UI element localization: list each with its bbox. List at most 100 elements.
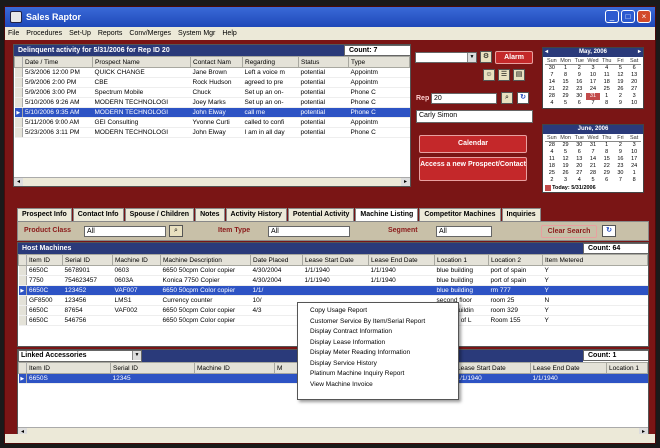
- calendar-day[interactable]: 1: [600, 142, 614, 149]
- maximize-button[interactable]: □: [621, 10, 635, 23]
- calendar-day[interactable]: 12: [559, 156, 573, 163]
- calendar-day[interactable]: 26: [559, 170, 573, 177]
- context-menu-item[interactable]: Customer Service By Item/Serial Report: [298, 317, 458, 328]
- linked-accessories-select[interactable]: Linked Accessories ▼: [18, 350, 142, 362]
- alarm-button[interactable]: Alarm: [495, 51, 533, 64]
- calendar-day[interactable]: 4: [572, 177, 586, 184]
- calendar-day[interactable]: 29: [559, 142, 573, 149]
- calendar-day[interactable]: 3: [627, 93, 641, 100]
- tab-spouse-children[interactable]: Spouse / Children: [124, 208, 195, 221]
- menu-system-mgr[interactable]: System Mgr: [178, 30, 215, 37]
- calendar-day[interactable]: 2: [614, 93, 628, 100]
- col-location-1[interactable]: Location 1: [434, 254, 489, 266]
- calendar-day[interactable]: 2: [545, 177, 559, 184]
- scroll-right-icon[interactable]: ▸: [401, 178, 410, 186]
- row-selector[interactable]: [14, 117, 23, 128]
- calendar-day[interactable]: 29: [559, 93, 573, 100]
- calendar-day[interactable]: 31: [586, 142, 600, 149]
- chevron-down-icon[interactable]: ▼: [132, 351, 141, 360]
- calendar-day[interactable]: 12: [614, 72, 628, 79]
- calendar-day[interactable]: 23: [614, 163, 628, 170]
- calendar-may[interactable]: ◂ May, 2006 ▸ Sun Mon Tue Wed Thu Fri Sat 30 1 2 3…: [542, 47, 644, 109]
- table-row[interactable]: 5/23/2006 3:11 PM MODERN TECHNOLOGI John E…: [14, 127, 410, 138]
- calendar-may-grid[interactable]: Sun Mon Tue Wed Thu Fri Sat 30 1 2 3 4 5 6 7 8 9 10 11 12 13…: [543, 57, 643, 108]
- col-item-id[interactable]: Item ID: [26, 254, 63, 266]
- menu-file[interactable]: File: [8, 30, 19, 37]
- calendar-day[interactable]: 7: [586, 100, 600, 107]
- calendar-day[interactable]: 3: [559, 177, 573, 184]
- table-row[interactable]: 5/10/2006 9:26 AM MODERN TECHNOLOGI Joey M…: [14, 97, 410, 108]
- minimize-button[interactable]: _: [605, 10, 619, 23]
- menu-reports[interactable]: Reports: [98, 30, 123, 37]
- calendar-day[interactable]: 19: [614, 79, 628, 86]
- calendar-day[interactable]: 11: [545, 156, 559, 163]
- clear-search-button[interactable]: Clear Search: [541, 225, 597, 238]
- calendar-day[interactable]: 30: [614, 170, 628, 177]
- calendar-button[interactable]: Calendar: [419, 135, 527, 153]
- calendar-day[interactable]: 22: [559, 86, 573, 93]
- calendar-day[interactable]: 4: [545, 100, 559, 107]
- rep-lookup-icon[interactable]: ⌕: [501, 92, 513, 104]
- table-row[interactable]: ▶ 6650C 123452 VAF007 6650 50cpm Color copie…: [18, 285, 648, 296]
- calendar-day[interactable]: 15: [559, 79, 573, 86]
- tab-inquiries[interactable]: Inquiries: [501, 208, 541, 221]
- calendar-day[interactable]: 9: [614, 149, 628, 156]
- item-type-select[interactable]: All: [268, 226, 350, 237]
- refresh-icon[interactable]: ↻: [517, 92, 529, 104]
- calendar-day[interactable]: 2: [614, 142, 628, 149]
- col-date-placed[interactable]: Date Placed: [250, 254, 303, 266]
- calendar-day[interactable]: 13: [627, 72, 641, 79]
- calendar-day[interactable]: 6: [600, 177, 614, 184]
- folder-icon[interactable]: ▤: [513, 69, 525, 81]
- calendar-day[interactable]: 28: [545, 142, 559, 149]
- calendar-day[interactable]: 6: [572, 149, 586, 156]
- row-selector[interactable]: [14, 67, 23, 78]
- chevron-down-icon[interactable]: ▼: [467, 53, 476, 62]
- delinquent-hscroll[interactable]: ◂ ▸: [14, 177, 410, 186]
- calendar-day[interactable]: 7: [614, 177, 628, 184]
- calendar-day[interactable]: 19: [559, 163, 573, 170]
- calendar-day[interactable]: 7: [586, 149, 600, 156]
- row-selector[interactable]: [14, 87, 23, 98]
- row-selector[interactable]: ▶: [18, 285, 27, 296]
- calendar-day[interactable]: 6: [627, 65, 641, 72]
- segment-select[interactable]: All: [436, 226, 492, 237]
- calendar-day[interactable]: 8: [627, 177, 641, 184]
- product-class-select[interactable]: All: [84, 226, 166, 237]
- calendar-day[interactable]: 24: [586, 86, 600, 93]
- calendar-day[interactable]: 22: [600, 163, 614, 170]
- calendar-day[interactable]: 3: [627, 142, 641, 149]
- contacts-icon[interactable]: ☰: [498, 69, 510, 81]
- col-linked-machine-id[interactable]: Machine ID: [194, 362, 275, 374]
- context-menu-item[interactable]: Display Lease Information: [298, 338, 458, 349]
- col-linked-lease-start[interactable]: Lease Start Date: [454, 362, 531, 374]
- calendar-day[interactable]: 10: [586, 72, 600, 79]
- calendar-day[interactable]: 8: [600, 100, 614, 107]
- calendar-day[interactable]: 5: [559, 100, 573, 107]
- scroll-left-icon[interactable]: ◂: [14, 178, 23, 186]
- calendar-day[interactable]: 5: [559, 149, 573, 156]
- person-icon[interactable]: ☺: [483, 69, 495, 81]
- row-selector[interactable]: ▶: [18, 373, 27, 384]
- row-selector[interactable]: [14, 77, 23, 88]
- row-selector[interactable]: [18, 275, 27, 286]
- tab-activity-history[interactable]: Activity History: [225, 208, 287, 221]
- context-menu-item[interactable]: Display Contract Information: [298, 327, 458, 338]
- tab-potential-activity[interactable]: Potential Activity: [287, 208, 355, 221]
- calendar-day[interactable]: 1: [600, 93, 614, 100]
- col-linked-item-id[interactable]: Item ID: [26, 362, 111, 374]
- table-row[interactable]: 5/9/2006 3:00 PM Spectrum Mobile Chuck Set …: [14, 87, 410, 98]
- calendar-day[interactable]: 11: [600, 72, 614, 79]
- table-row[interactable]: 6650C 5678901 0603 6650 50cpm Color copier 4…: [18, 265, 648, 276]
- alarm-combo[interactable]: ▼: [415, 52, 477, 63]
- menu-setup[interactable]: Set-Up: [69, 30, 91, 37]
- col-linked-lease-end[interactable]: Lease End Date: [530, 362, 607, 374]
- calendar-day[interactable]: 25: [545, 170, 559, 177]
- calendar-day[interactable]: 4: [545, 149, 559, 156]
- calendar-day[interactable]: 25: [600, 86, 614, 93]
- calendar-june-grid[interactable]: Sun Mon Tue Wed Thu Fri Sat 28 29 30 31 1 2 3 4 5 6 7 8 9 10…: [543, 134, 643, 185]
- col-linked-location-1[interactable]: Location 1: [606, 362, 648, 374]
- calendar-day[interactable]: 9: [614, 100, 628, 107]
- tab-competitor-machines[interactable]: Competitor Machines: [419, 208, 501, 221]
- calendar-day[interactable]: 20: [572, 163, 586, 170]
